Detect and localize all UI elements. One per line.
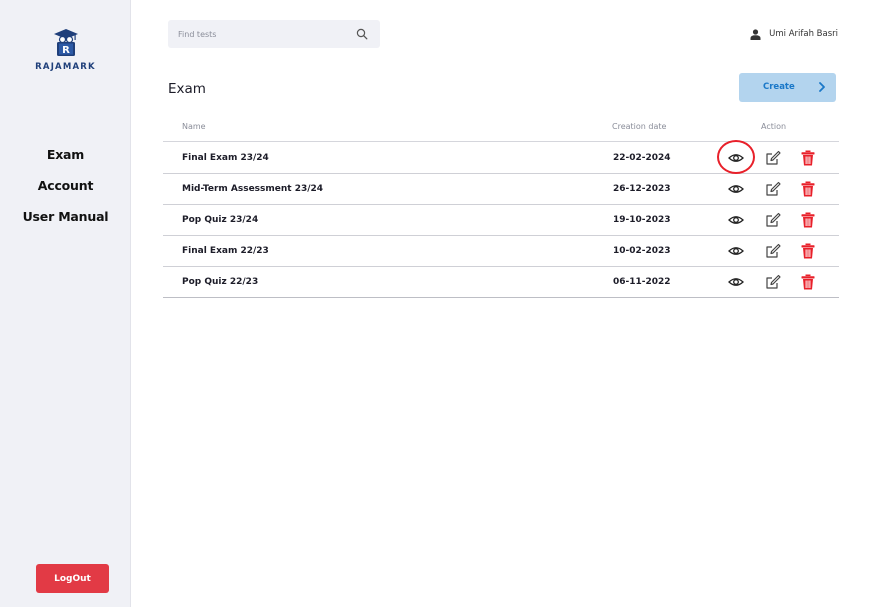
sidebar-item-exam[interactable]: Exam — [0, 144, 131, 175]
column-header-action: Action — [761, 122, 787, 131]
create-button-label: Create — [763, 82, 795, 92]
creation-date: 06-11-2022 — [613, 277, 671, 287]
table-row: Mid-Term Assessment 23/24 26-12-2023 — [163, 174, 839, 205]
search-input[interactable] — [178, 20, 348, 48]
table-row: Final Exam 22/23 10-02-2023 — [163, 236, 839, 267]
trash-icon[interactable] — [799, 149, 817, 167]
table-row: Pop Quiz 23/24 19-10-2023 — [163, 205, 839, 236]
eye-icon[interactable] — [727, 211, 745, 229]
user-name: Umi Arifah Basri — [769, 29, 838, 39]
column-header-name: Name — [182, 122, 206, 131]
creation-date: 19-10-2023 — [613, 215, 671, 225]
user-icon — [750, 28, 761, 40]
edit-icon[interactable] — [764, 211, 782, 229]
edit-icon[interactable] — [764, 242, 782, 260]
trash-icon[interactable] — [799, 211, 817, 229]
table-row: Final Exam 23/24 22-02-2024 — [163, 140, 839, 174]
eye-icon[interactable] — [727, 149, 745, 167]
page-title: Exam — [168, 81, 206, 97]
create-button[interactable]: Create — [739, 73, 836, 102]
sidebar-item-account[interactable]: Account — [0, 175, 131, 206]
trash-icon[interactable] — [799, 273, 817, 291]
edit-icon[interactable] — [764, 273, 782, 291]
creation-date: 22-02-2024 — [613, 153, 671, 163]
brand-name: RAJAMARK — [35, 62, 96, 72]
exam-table: Final Exam 23/24 22-02-2024 Mid-Term Ass… — [163, 140, 839, 298]
logout-button[interactable]: LogOut — [36, 564, 109, 593]
chevron-right-icon — [819, 82, 825, 92]
brand-logo[interactable]: R RAJAMARK — [0, 28, 131, 72]
creation-date: 26-12-2023 — [613, 184, 671, 194]
graduation-book-logo-icon: R — [53, 29, 78, 56]
creation-date: 10-02-2023 — [613, 246, 671, 256]
table-row: Pop Quiz 22/23 06-11-2022 — [163, 267, 839, 298]
trash-icon[interactable] — [799, 242, 817, 260]
eye-icon[interactable] — [727, 180, 745, 198]
edit-icon[interactable] — [764, 149, 782, 167]
sidebar-nav: Exam Account User Manual — [0, 144, 131, 237]
search-icon[interactable] — [356, 28, 368, 40]
search-bar — [168, 20, 380, 48]
table-header: Name Creation date Action — [163, 115, 839, 142]
trash-icon[interactable] — [799, 180, 817, 198]
eye-icon[interactable] — [727, 242, 745, 260]
exam-name: Pop Quiz 22/23 — [182, 277, 259, 287]
sidebar-item-user-manual[interactable]: User Manual — [0, 206, 131, 237]
column-header-creation-date: Creation date — [612, 122, 667, 131]
edit-icon[interactable] — [764, 180, 782, 198]
exam-name: Final Exam 22/23 — [182, 246, 269, 256]
sidebar: R RAJAMARK Exam Account User Manual LogO… — [0, 0, 131, 607]
user-profile[interactable]: Umi Arifah Basri — [750, 27, 838, 41]
eye-icon[interactable] — [727, 273, 745, 291]
exam-name: Mid-Term Assessment 23/24 — [182, 184, 324, 194]
svg-text:R: R — [62, 45, 70, 56]
exam-name: Final Exam 23/24 — [182, 153, 269, 163]
exam-name: Pop Quiz 23/24 — [182, 215, 259, 225]
